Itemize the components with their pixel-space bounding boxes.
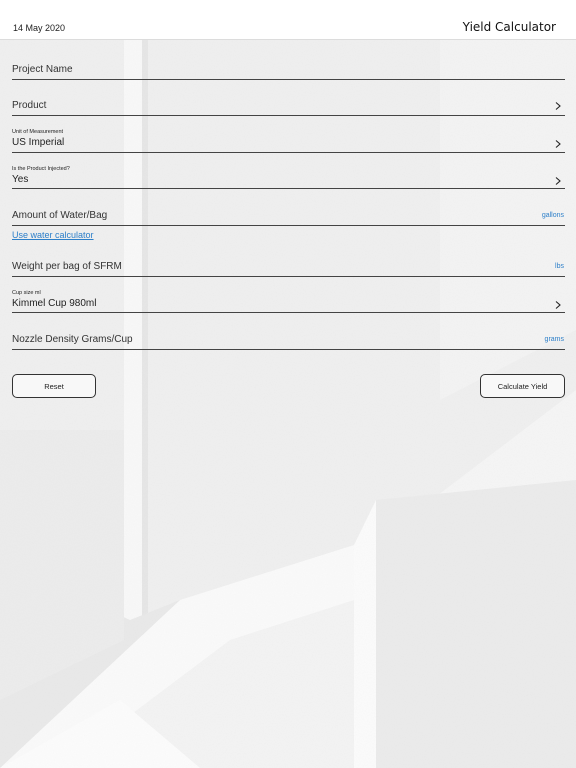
product-injected-label: Is the Product Injected? bbox=[12, 166, 70, 172]
app-header: 14 May 2020 Yield Calculator bbox=[0, 0, 576, 40]
product-injected-value: Yes bbox=[12, 174, 29, 185]
unit-of-measurement-value: US Imperial bbox=[12, 137, 65, 148]
chevron-right-icon bbox=[553, 176, 563, 186]
cup-size-select[interactable]: Cup size ml Kimmel Cup 980ml bbox=[12, 287, 565, 313]
cup-size-value: Kimmel Cup 980ml bbox=[12, 298, 97, 309]
unit-of-measurement-label: Unit of Measurement bbox=[12, 129, 64, 135]
product-injected-select[interactable]: Is the Product Injected? Yes bbox=[12, 163, 565, 189]
calculate-yield-button[interactable]: Calculate Yield bbox=[480, 374, 565, 398]
product-select[interactable]: Product bbox=[12, 96, 565, 116]
water-per-bag-placeholder: Amount of Water/Bag bbox=[12, 210, 108, 221]
chevron-right-icon bbox=[553, 300, 563, 310]
water-per-bag-field[interactable]: Amount of Water/Bag gallons bbox=[12, 206, 565, 226]
chevron-right-icon bbox=[553, 101, 563, 111]
weight-per-bag-placeholder: Weight per bag of SFRM bbox=[12, 261, 122, 272]
water-calculator-link[interactable]: Use water calculator bbox=[12, 230, 94, 240]
project-name-placeholder: Project Name bbox=[12, 64, 73, 75]
page-title: Yield Calculator bbox=[462, 20, 556, 34]
project-name-field[interactable]: Project Name bbox=[12, 60, 565, 80]
water-unit-label: gallons bbox=[541, 212, 564, 219]
chevron-right-icon bbox=[553, 139, 563, 149]
weight-unit-label: lbs bbox=[555, 263, 564, 270]
header-date: 14 May 2020 bbox=[13, 23, 66, 33]
product-placeholder: Product bbox=[12, 100, 47, 111]
nozzle-density-unit-label: grams bbox=[544, 336, 564, 343]
cup-size-label: Cup size ml bbox=[12, 290, 41, 296]
weight-per-bag-field[interactable]: Weight per bag of SFRM lbs bbox=[12, 257, 565, 277]
nozzle-density-field[interactable]: Nozzle Density Grams/Cup grams bbox=[12, 330, 565, 350]
reset-button[interactable]: Reset bbox=[12, 374, 96, 398]
nozzle-density-placeholder: Nozzle Density Grams/Cup bbox=[12, 334, 133, 345]
unit-of-measurement-select[interactable]: Unit of Measurement US Imperial bbox=[12, 126, 565, 153]
